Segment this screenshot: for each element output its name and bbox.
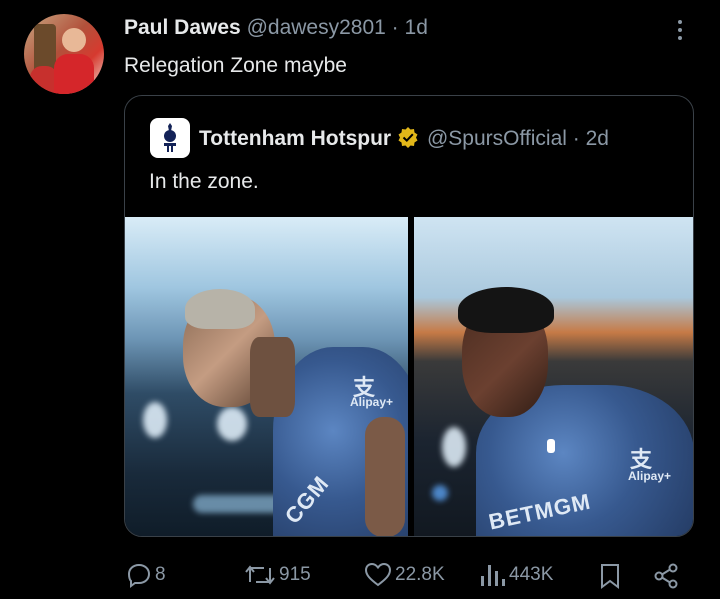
author-handle[interactable]: @dawesy2801 [247, 16, 386, 39]
views-count: 443K [509, 564, 554, 585]
quoted-text: In the zone. [149, 170, 259, 193]
right-kit-crest [547, 439, 555, 453]
tweet-header: Paul Dawes @dawesy2801 · 1d [124, 16, 428, 40]
time-separator: · [391, 16, 399, 39]
quoted-tweet[interactable]: Tottenham Hotspur @SpursOfficial · 2d In… [124, 95, 694, 537]
views-button[interactable]: 443K [478, 562, 553, 588]
reply-count: 8 [155, 564, 166, 585]
views-icon [478, 562, 506, 588]
action-bar: 8 915 22.8K 443K [0, 562, 720, 590]
share-icon [652, 562, 680, 590]
left-kit-alipay: Alipay+ [350, 395, 394, 409]
tweet-text: Relegation Zone maybe [124, 54, 347, 77]
like-button[interactable]: 22.8K [364, 562, 445, 588]
right-kit-alipay: Alipay+ [628, 469, 672, 483]
author-avatar[interactable] [24, 14, 104, 94]
quoted-time-separator: · [572, 127, 580, 150]
quoted-photo-right[interactable]: 支 Alipay+ BETMGM [414, 217, 693, 536]
reply-button[interactable]: 8 [126, 562, 166, 588]
bookmark-button[interactable] [598, 562, 622, 590]
like-count: 22.8K [395, 564, 445, 585]
quoted-author-handle[interactable]: @SpursOfficial [427, 127, 567, 150]
verified-icon [397, 126, 419, 154]
repost-count: 915 [279, 564, 311, 585]
quoted-author-name[interactable]: Tottenham Hotspur [199, 127, 391, 150]
share-button[interactable] [652, 562, 680, 590]
more-icon[interactable] [672, 16, 688, 46]
quoted-photo-left[interactable]: 支 Alipay+ CGM [125, 217, 408, 536]
repost-button[interactable]: 915 [244, 562, 311, 588]
like-icon [364, 562, 392, 588]
tweet-time[interactable]: 1d [405, 16, 428, 39]
quoted-time[interactable]: 2d [586, 127, 609, 150]
reply-icon [126, 562, 152, 588]
author-name[interactable]: Paul Dawes [124, 16, 241, 39]
quoted-header: Tottenham Hotspur @SpursOfficial · 2d [199, 126, 609, 154]
bookmark-icon [598, 562, 622, 590]
spurs-crest-avatar[interactable] [150, 118, 190, 158]
repost-icon [244, 562, 276, 588]
